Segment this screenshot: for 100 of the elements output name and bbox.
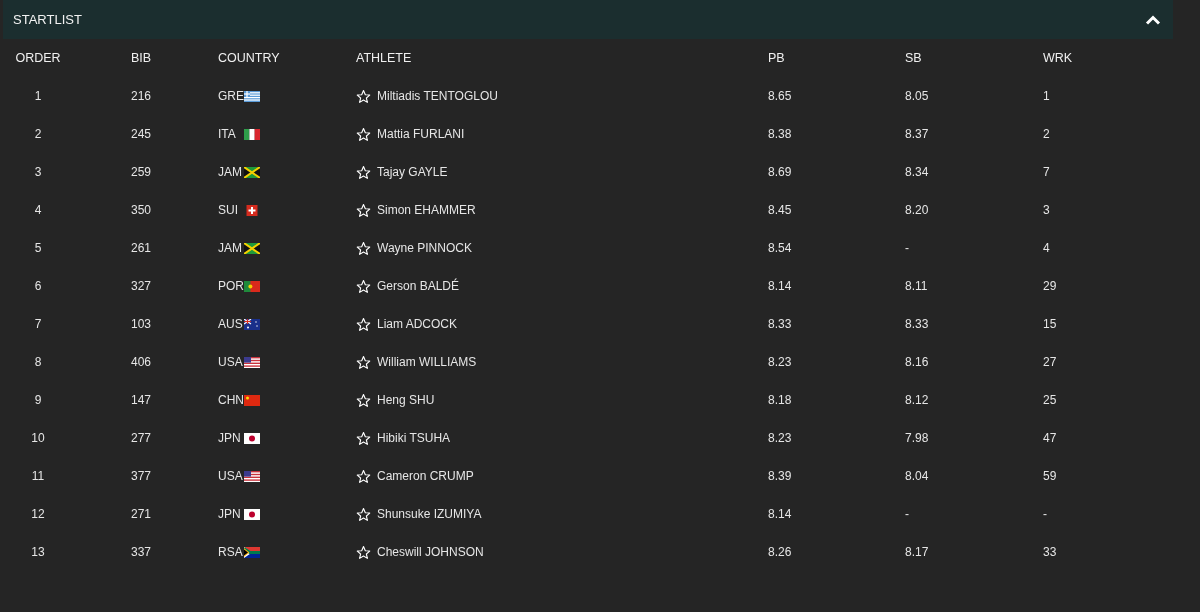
season-best: - — [905, 240, 909, 257]
flag-icon — [244, 318, 260, 330]
order-number: 3 — [34, 164, 42, 181]
country-code: AUS — [218, 316, 244, 333]
order-number: 10 — [31, 430, 45, 447]
order-number: 13 — [31, 544, 45, 561]
bib-number: 377 — [131, 468, 151, 485]
flag-icon — [244, 356, 260, 368]
personal-best: 8.26 — [768, 544, 792, 561]
athlete-name: Shunsuke IZUMIYA — [377, 506, 482, 523]
athlete-name: Wayne PINNOCK — [377, 240, 472, 257]
world-ranking: 59 — [1043, 468, 1057, 485]
bib-number: 277 — [131, 430, 151, 447]
bib-number: 327 — [131, 278, 151, 295]
order-number: 8 — [34, 354, 42, 371]
order-number: 4 — [34, 202, 42, 219]
star-icon[interactable] — [356, 392, 371, 408]
personal-best: 8.23 — [768, 354, 792, 371]
country-code: CHN — [218, 392, 244, 409]
country-code: JAM — [218, 164, 243, 181]
star-icon[interactable] — [356, 430, 371, 446]
world-ranking: 3 — [1043, 202, 1050, 219]
bib-number: 350 — [131, 202, 151, 219]
world-ranking: 33 — [1043, 544, 1057, 561]
bib-number: 261 — [131, 240, 151, 257]
season-best: 8.37 — [905, 126, 929, 143]
column-header: PB — [768, 49, 785, 67]
country-code: POR — [218, 278, 244, 295]
season-best: 8.16 — [905, 354, 929, 371]
athlete-name: Miltiadis TENTOGLOU — [377, 88, 498, 105]
personal-best: 8.69 — [768, 164, 792, 181]
star-icon[interactable] — [356, 316, 371, 332]
bib-number: 271 — [131, 506, 151, 523]
flag-icon — [244, 128, 260, 140]
star-icon[interactable] — [356, 88, 371, 104]
world-ranking: 29 — [1043, 278, 1057, 295]
personal-best: 8.33 — [768, 316, 792, 333]
flag-icon — [244, 394, 260, 406]
personal-best: 8.14 — [768, 278, 792, 295]
chevron-up-icon — [1145, 14, 1161, 25]
order-number: 1 — [34, 88, 42, 105]
order-number: 12 — [31, 506, 45, 523]
flag-icon — [244, 204, 260, 216]
personal-best: 8.23 — [768, 430, 792, 447]
star-icon[interactable] — [356, 544, 371, 560]
column-header: ATHLETE — [356, 49, 412, 67]
world-ranking: 15 — [1043, 316, 1057, 333]
order-number: 9 — [34, 392, 42, 409]
athlete-name: Heng SHU — [377, 392, 435, 409]
athlete-name: Hibiki TSUHA — [377, 430, 451, 447]
star-icon[interactable] — [356, 354, 371, 370]
country-code: JAM — [218, 240, 243, 257]
season-best: 8.11 — [905, 278, 928, 295]
country-code: ITA — [218, 126, 237, 143]
athlete-name: Cheswill JOHNSON — [377, 544, 484, 561]
season-best: 8.17 — [905, 544, 929, 561]
star-icon[interactable] — [356, 202, 371, 218]
star-icon[interactable] — [356, 468, 371, 484]
bib-number: 259 — [131, 164, 151, 181]
flag-icon — [244, 470, 260, 482]
world-ranking: 25 — [1043, 392, 1057, 409]
country-code: GRE — [218, 88, 244, 105]
athlete-name: Mattia FURLANI — [377, 126, 465, 143]
season-best: - — [905, 506, 909, 523]
country-code: RSA — [218, 544, 244, 561]
star-icon[interactable] — [356, 240, 371, 256]
athlete-name: Liam ADCOCK — [377, 316, 458, 333]
world-ranking: 1 — [1043, 88, 1050, 105]
bib-number: 245 — [131, 126, 151, 143]
star-icon[interactable] — [356, 126, 371, 142]
athlete-name: Simon EHAMMER — [377, 202, 476, 219]
flag-icon — [244, 242, 260, 254]
season-best: 8.20 — [905, 202, 929, 219]
world-ranking: - — [1043, 506, 1047, 523]
panel-title: STARTLIST — [13, 10, 82, 29]
country-code: USA — [218, 354, 244, 371]
personal-best: 8.18 — [768, 392, 792, 409]
season-best: 8.33 — [905, 316, 929, 333]
bib-number: 216 — [131, 88, 151, 105]
personal-best: 8.38 — [768, 126, 792, 143]
bib-number: 406 — [131, 354, 151, 371]
order-number: 5 — [34, 240, 42, 257]
personal-best: 8.54 — [768, 240, 792, 257]
star-icon[interactable] — [356, 278, 371, 294]
athlete-name: William WILLIAMS — [377, 354, 477, 371]
star-icon[interactable] — [356, 506, 371, 522]
country-code: USA — [218, 468, 244, 485]
column-header: ORDER — [15, 49, 61, 67]
star-icon[interactable] — [356, 164, 371, 180]
season-best: 8.04 — [905, 468, 929, 485]
country-code: JPN — [218, 430, 242, 447]
column-header: WRK — [1043, 49, 1073, 67]
bib-number: 147 — [131, 392, 151, 409]
column-header: BIB — [130, 49, 152, 67]
order-number: 6 — [34, 278, 42, 295]
season-best: 7.98 — [905, 430, 929, 447]
flag-icon — [244, 546, 260, 558]
personal-best: 8.14 — [768, 506, 792, 523]
flag-icon — [244, 280, 260, 292]
athlete-name: Gerson BALDÉ — [377, 277, 460, 295]
